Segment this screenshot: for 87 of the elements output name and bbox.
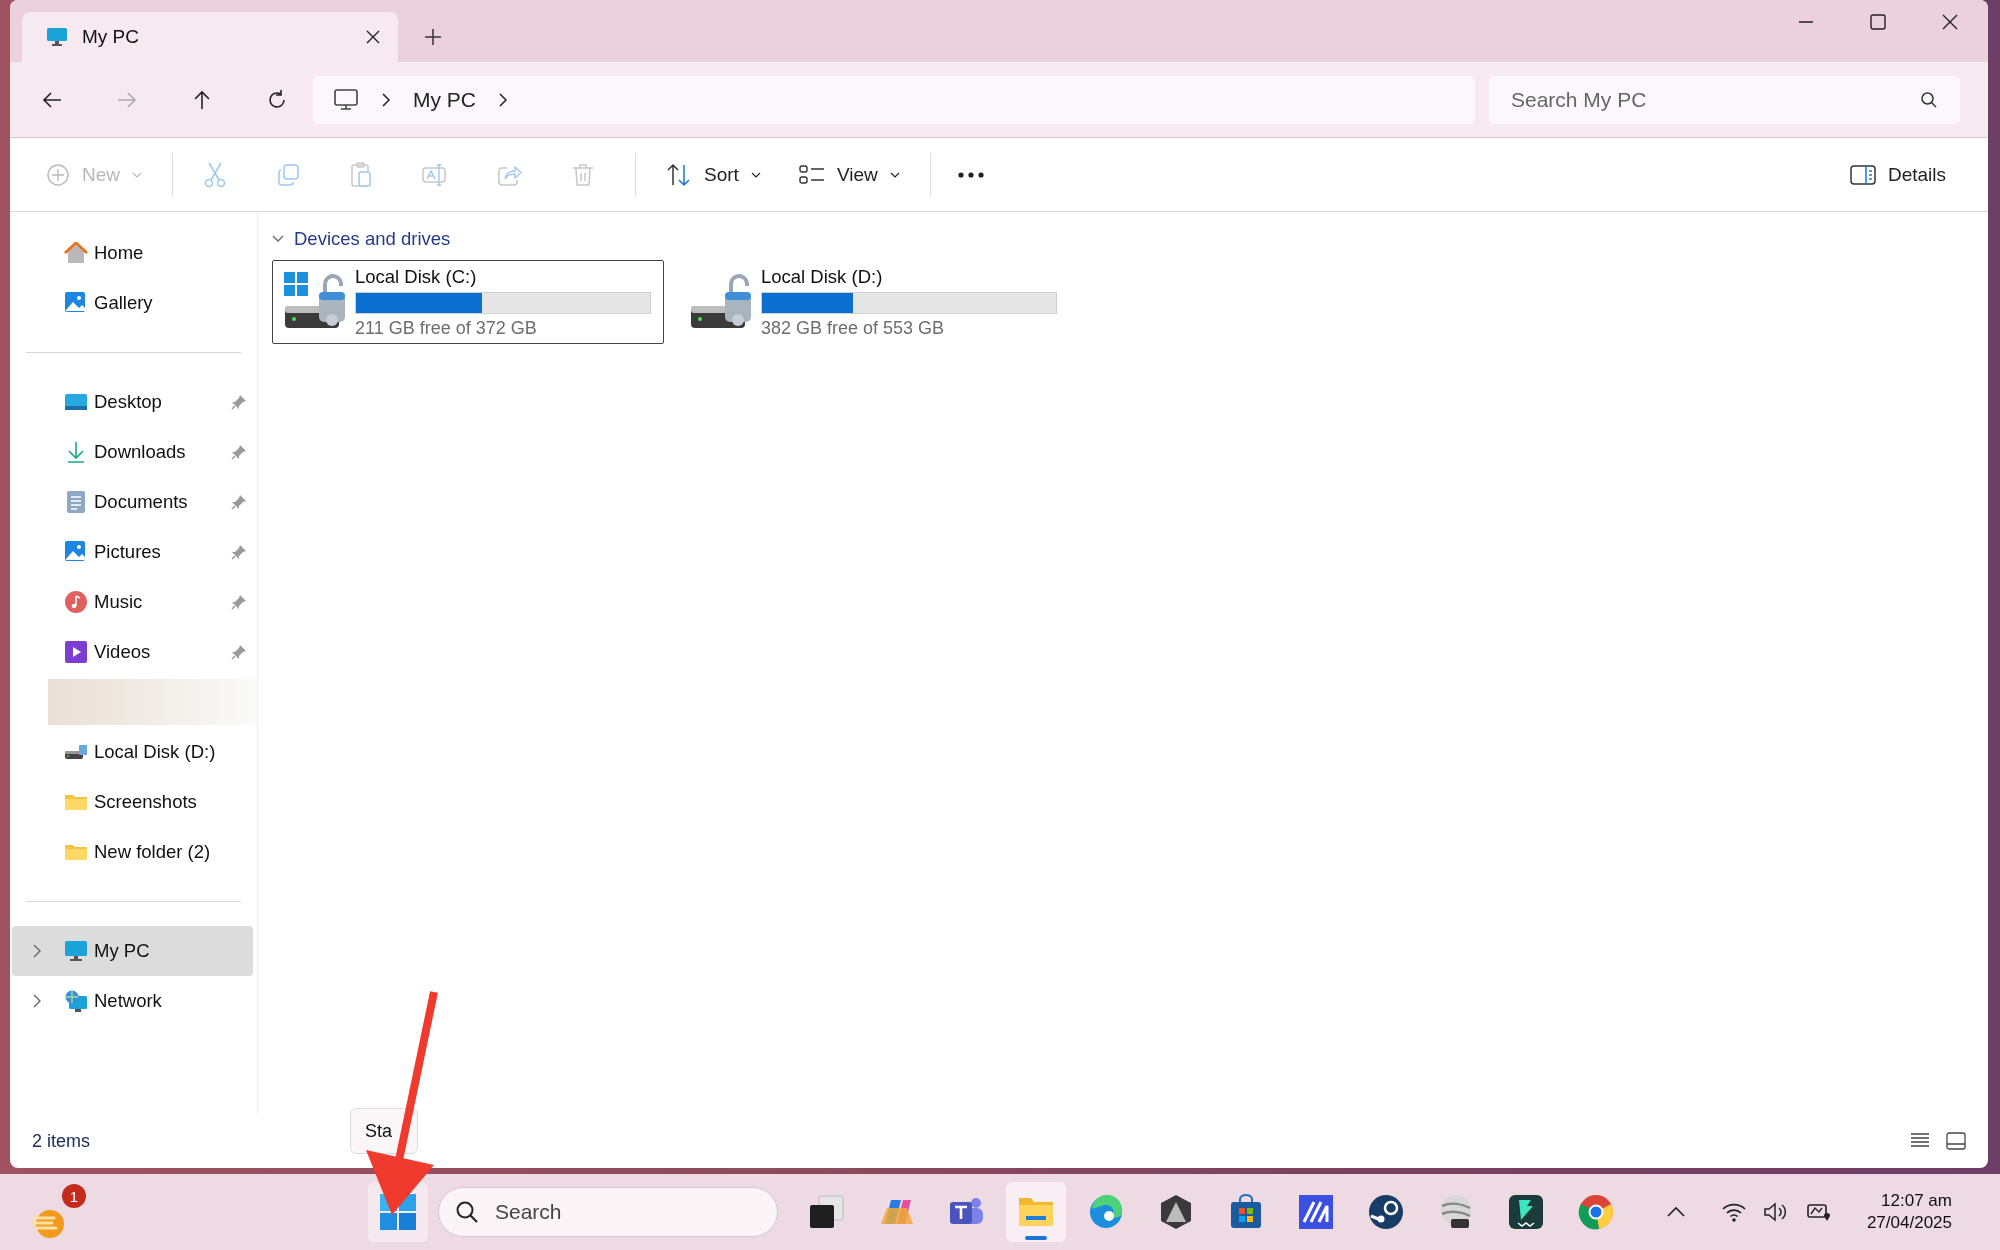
item-count: 2 items xyxy=(32,1130,91,1152)
chevron-icon[interactable] xyxy=(498,92,508,107)
sidebar-item[interactable]: Gallery xyxy=(12,278,253,328)
pin-icon[interactable] xyxy=(231,594,247,610)
close-icon[interactable] xyxy=(366,30,380,44)
notification-badge: 1 xyxy=(62,1184,86,1208)
folder-icon xyxy=(64,842,88,862)
close-icon[interactable] xyxy=(1942,14,1958,30)
drive-tile[interactable]: Local Disk (C:) 211 GB free of 372 GB xyxy=(272,260,664,344)
film-editor-icon xyxy=(1507,1194,1545,1230)
taskbar-search-box[interactable]: Search xyxy=(438,1187,778,1237)
monitor-icon xyxy=(46,27,68,47)
show-hidden-icons-chevron[interactable] xyxy=(1666,1206,1685,1218)
slashes-icon xyxy=(1297,1194,1335,1230)
pin-icon[interactable] xyxy=(231,544,247,560)
picture-frame-icon xyxy=(64,291,88,315)
search-icon xyxy=(1920,90,1938,109)
free-space-text: 211 GB free of 372 GB xyxy=(355,317,538,339)
monitor-icon xyxy=(333,87,359,112)
sidebar-item[interactable]: Downloads xyxy=(12,427,253,477)
details-view-icon[interactable] xyxy=(1910,1132,1930,1148)
desktop-icon xyxy=(64,392,88,412)
sidebar-item[interactable]: Pictures xyxy=(12,527,253,577)
sort-button[interactable]: Sort xyxy=(658,156,769,193)
plus-icon xyxy=(46,162,70,187)
details-button[interactable]: Details xyxy=(1841,157,1954,192)
search-field[interactable]: Search My PC xyxy=(1489,75,1960,124)
edge-icon xyxy=(1087,1194,1125,1230)
tiles-view-icon[interactable] xyxy=(1946,1132,1966,1150)
rename-icon xyxy=(422,162,448,187)
pin-icon[interactable] xyxy=(231,394,247,410)
expand-chevron-icon[interactable] xyxy=(32,944,42,958)
sidebar-item[interactable]: Desktop xyxy=(12,377,253,427)
breadcrumb-item[interactable]: My PC xyxy=(413,87,476,112)
new-tab-icon[interactable] xyxy=(424,28,442,46)
sidebar-item[interactable]: Music xyxy=(12,577,253,627)
sidebar-item[interactable]: New folder (2) xyxy=(12,827,253,877)
search-icon xyxy=(455,1200,479,1224)
network-globe-icon xyxy=(64,989,88,1013)
maximize-icon[interactable] xyxy=(1870,14,1886,30)
speaker-icon[interactable] xyxy=(1762,1201,1789,1223)
sidebar-item[interactable]: Home xyxy=(12,228,253,278)
refresh-icon[interactable] xyxy=(266,88,288,111)
pin-icon[interactable] xyxy=(231,444,247,460)
scissors-icon xyxy=(203,161,227,188)
wifi-icon[interactable] xyxy=(1720,1201,1747,1223)
sidebar-item[interactable]: Screenshots xyxy=(12,777,253,827)
music-note-icon xyxy=(64,590,88,614)
copy-icon xyxy=(276,162,300,187)
expand-chevron-icon[interactable] xyxy=(32,994,42,1008)
chrome-icon xyxy=(1577,1194,1615,1230)
sidebar-item[interactable]: Network xyxy=(12,976,253,1026)
free-space-text: 382 GB free of 553 GB xyxy=(761,317,946,339)
weather-widget-button[interactable]: 1 xyxy=(30,1184,86,1240)
sidebar-item[interactable]: Videos xyxy=(12,627,253,677)
caret-icon xyxy=(889,170,900,179)
tab[interactable]: My PC xyxy=(22,12,398,62)
drive-name: Local Disk (D:) xyxy=(761,265,884,288)
collapse-chevron-icon xyxy=(272,234,284,244)
picture-frame-icon xyxy=(64,540,88,564)
drive-name: Local Disk (C:) xyxy=(355,265,478,288)
sidebar-item[interactable]: My PC xyxy=(12,926,253,976)
chevron-icon xyxy=(381,92,391,107)
trash-icon xyxy=(572,162,594,187)
sort-arrows-icon xyxy=(666,162,692,187)
more-options-icon[interactable] xyxy=(956,170,985,179)
view-list-icon xyxy=(798,163,825,186)
address-bar[interactable]: My PC xyxy=(313,75,1475,124)
house-icon xyxy=(64,242,88,264)
clipboard-icon xyxy=(349,161,373,188)
folder-icon xyxy=(64,792,88,812)
section-header[interactable]: Devices and drives xyxy=(272,228,1988,250)
task-view-icon xyxy=(807,1194,845,1230)
monitor-icon xyxy=(64,940,88,962)
caret-icon xyxy=(750,170,761,179)
clock[interactable]: 12:07 am 27/04/2025 xyxy=(1866,1189,1952,1235)
details-pane-icon xyxy=(1849,163,1876,186)
steam-icon xyxy=(1367,1194,1405,1230)
caret-icon xyxy=(132,170,142,179)
document-icon xyxy=(64,490,88,514)
sidebar-item[interactable]: Documents xyxy=(12,477,253,527)
sidebar-item[interactable]: Local Disk (D:) xyxy=(12,727,253,777)
film-icon xyxy=(64,640,88,664)
pin-icon[interactable] xyxy=(231,644,247,660)
view-button[interactable]: View xyxy=(790,157,908,192)
drive-tile[interactable]: Local Disk (D:) 382 GB free of 553 GB xyxy=(678,260,1070,344)
pin-icon[interactable] xyxy=(231,494,247,510)
